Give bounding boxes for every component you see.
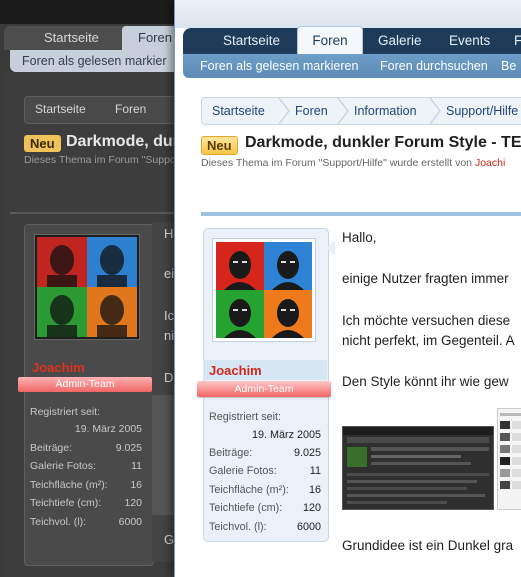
dark-role-banner: Admin-Team [18, 377, 152, 392]
dark-crumb-startseite[interactable]: Startseite [35, 102, 86, 116]
subnav-more[interactable]: Be [501, 54, 516, 78]
breadcrumb: Startseite Foren Information Support/Hil… [201, 97, 521, 125]
stat-gallery-photos: Galerie Fotos: 11 [209, 465, 321, 478]
screenshot-thumbnail-dark[interactable] [342, 426, 494, 510]
user-stats: Registriert seit: 19. März 2005 Beiträge… [209, 411, 321, 539]
dark-msg-fragment: Ic [164, 308, 175, 323]
dark-avatar[interactable] [34, 234, 140, 340]
nav-tab-galerie[interactable]: Galerie [378, 28, 422, 54]
dark-new-badge: Neu [24, 135, 61, 152]
username[interactable]: Joachim [209, 363, 262, 378]
stat-pond-depth: Teichtiefe (cm): 120 [209, 502, 321, 515]
dark-crumb-foren[interactable]: Foren [115, 102, 146, 116]
dark-msg-fragment: G [164, 532, 175, 547]
crumb-information[interactable]: Information [354, 98, 417, 124]
dark-breadcrumb: Startseite Foren [24, 96, 186, 124]
chevron-right-icon [429, 98, 441, 124]
dark-msg-fragment: ei [164, 266, 175, 281]
light-sub-nav: Foren als gelesen markieren Foren durchs… [183, 54, 521, 78]
light-main-nav: Startseite Foren Galerie Events F [183, 26, 521, 55]
thread-subtitle: Dieses Thema im Forum "Support/Hilfe" wu… [201, 157, 506, 169]
crumb-support-hilfe[interactable]: Support/Hilfe [446, 98, 518, 124]
dark-stat-pond-depth: Teichtiefe (cm): 120 [30, 497, 142, 510]
foreground-light-window: Startseite Foren Galerie Events F Foren … [174, 0, 521, 577]
message-pointer-arrow [327, 240, 335, 256]
dark-thread-title: Darkmode, dunk [66, 133, 192, 150]
dark-avatar-image [37, 237, 137, 337]
crumb-startseite[interactable]: Startseite [212, 98, 265, 124]
dark-stat-pond-volume: Teichvol. (l): 6000 [30, 515, 142, 528]
dark-thread-subtitle: Dieses Thema im Forum "Suppor [24, 154, 180, 166]
stat-pond-area: Teichfläche (m²): 16 [209, 483, 321, 496]
message-line: Ich möchte versuchen diese [342, 313, 511, 328]
dark-user-stats: Registriert seit: 19. März 2005 Beiträge:… [30, 406, 142, 534]
thumbnail-image [500, 413, 521, 489]
subnav-search-forums[interactable]: Foren durchsuchen [380, 54, 488, 78]
subnav-mark-read[interactable]: Foren als gelesen markieren [200, 54, 358, 78]
dark-stat-registered: Registriert seit: 19. März 2005 [30, 406, 142, 435]
nav-tab-foren[interactable]: Foren [297, 26, 363, 55]
post-divider [201, 212, 521, 216]
avatar-image [216, 242, 312, 338]
stat-posts: Beiträge: 9.025 [209, 447, 321, 459]
nav-tab-startseite[interactable]: Startseite [223, 28, 280, 54]
chevron-right-icon [278, 98, 290, 124]
role-banner: Admin-Team [197, 381, 331, 397]
light-titlebar [175, 0, 521, 28]
message-line: einige Nutzer fragten immer [342, 271, 509, 286]
nav-tab-more[interactable]: F [514, 28, 521, 54]
new-badge: Neu [201, 136, 238, 155]
message-line: Grundidee ist ein Dunkel gra [342, 538, 514, 553]
dark-username[interactable]: Joachim [32, 360, 85, 375]
crumb-foren[interactable]: Foren [295, 98, 328, 124]
dark-tab-startseite[interactable]: Startseite [44, 26, 99, 50]
stat-pond-volume: Teichvol. (l): 6000 [209, 520, 321, 533]
thumbnail-image [343, 427, 493, 504]
nav-tab-events[interactable]: Events [449, 28, 490, 54]
thread-author-link[interactable]: Joachi [475, 157, 505, 169]
user-avatar[interactable] [212, 238, 316, 342]
message-line: Hallo, [342, 230, 377, 245]
message-line: Den Style könnt ihr wie gew [342, 374, 509, 389]
dark-stat-pond-area: Teichfläche (m²): 16 [30, 478, 142, 491]
dark-msg-fragment: ni [164, 328, 175, 343]
screenshot-thumbnail-light[interactable] [497, 408, 521, 510]
chevron-right-icon [337, 98, 349, 124]
message-line: nicht perfekt, im Gegenteil. A [342, 333, 515, 348]
stat-registered: Registriert seit: 19. März 2005 [209, 411, 321, 441]
thread-title: Darkmode, dunkler Forum Style - TE [245, 134, 521, 151]
dark-stat-photos: Galerie Fotos: 11 [30, 460, 142, 473]
dark-stat-posts: Beiträge: 9.025 [30, 442, 142, 454]
